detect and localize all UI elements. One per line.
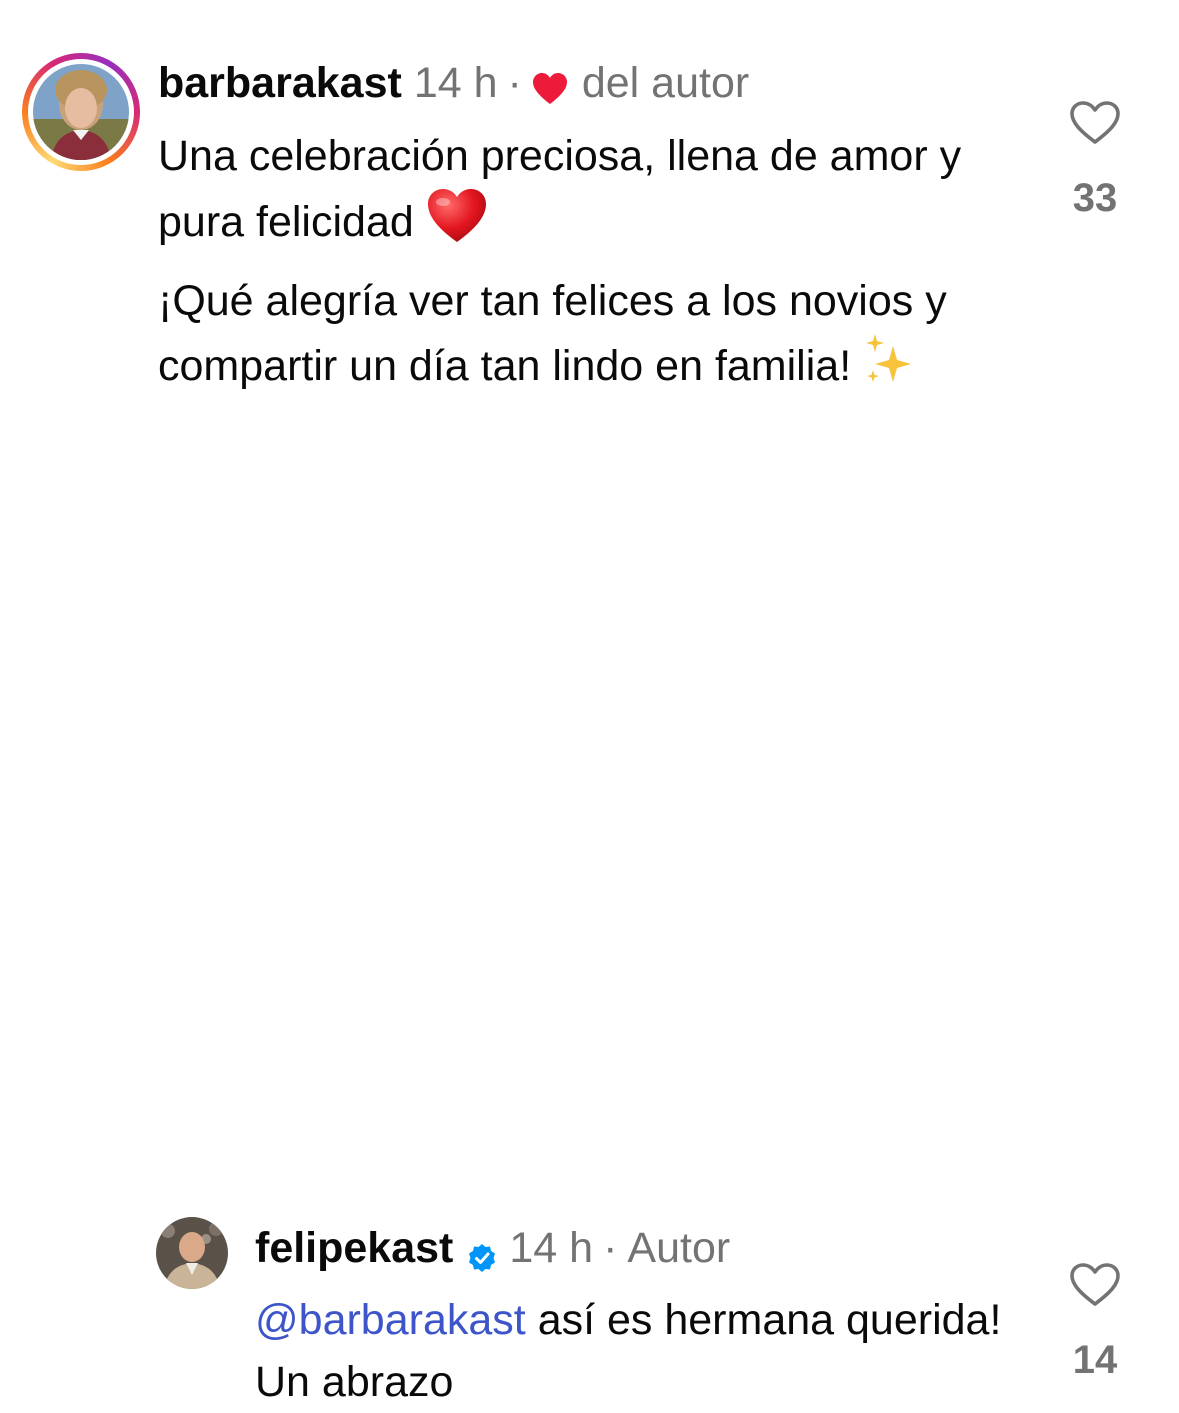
heart-outline-icon[interactable] bbox=[1069, 100, 1121, 146]
verified-badge-icon bbox=[467, 1233, 497, 1272]
like-control: 33 bbox=[1050, 100, 1140, 221]
author-label: Autor bbox=[627, 1224, 731, 1272]
comment-body: @barbarakast así es hermana querida! Un … bbox=[255, 1289, 1015, 1413]
story-ring-avatar[interactable] bbox=[22, 53, 140, 171]
sparkles-emoji bbox=[863, 332, 915, 405]
separator: · bbox=[507, 59, 522, 107]
timestamp: 14 h bbox=[413, 59, 498, 107]
avatar[interactable] bbox=[156, 1217, 228, 1289]
red-heart-icon bbox=[532, 66, 568, 104]
comment-felipekast: felipekast 14 h · Autor @barbarakast así… bbox=[0, 600, 1179, 1406]
like-count: 33 bbox=[1072, 176, 1118, 220]
author-liked-label: del autor bbox=[581, 59, 750, 107]
username[interactable]: barbarakast bbox=[158, 57, 402, 109]
red-heart-emoji bbox=[426, 187, 488, 262]
mention-link[interactable]: @barbarakast bbox=[255, 1296, 526, 1344]
heart-outline-icon[interactable] bbox=[1069, 1262, 1121, 1308]
comment-paragraph: Una celebración preciosa, llena de amor … bbox=[158, 125, 1018, 262]
like-count: 14 bbox=[1072, 1338, 1118, 1382]
comment-header: felipekast 14 h · Autor bbox=[255, 1222, 730, 1274]
separator: · bbox=[603, 1224, 618, 1272]
avatar[interactable] bbox=[33, 64, 129, 160]
like-control: 14 bbox=[1050, 1262, 1140, 1383]
timestamp: 14 h bbox=[509, 1224, 594, 1272]
comment-header: barbarakast 14 h · del autor bbox=[158, 57, 749, 109]
comment-paragraph: ¡Qué alegría ver tan felices a los novio… bbox=[158, 270, 1018, 405]
comment-body: Una celebración preciosa, llena de amor … bbox=[158, 125, 1018, 413]
comment-barbarakast: barbarakast 14 h · del autor Una celebra… bbox=[0, 0, 1179, 520]
username[interactable]: felipekast bbox=[255, 1222, 453, 1274]
